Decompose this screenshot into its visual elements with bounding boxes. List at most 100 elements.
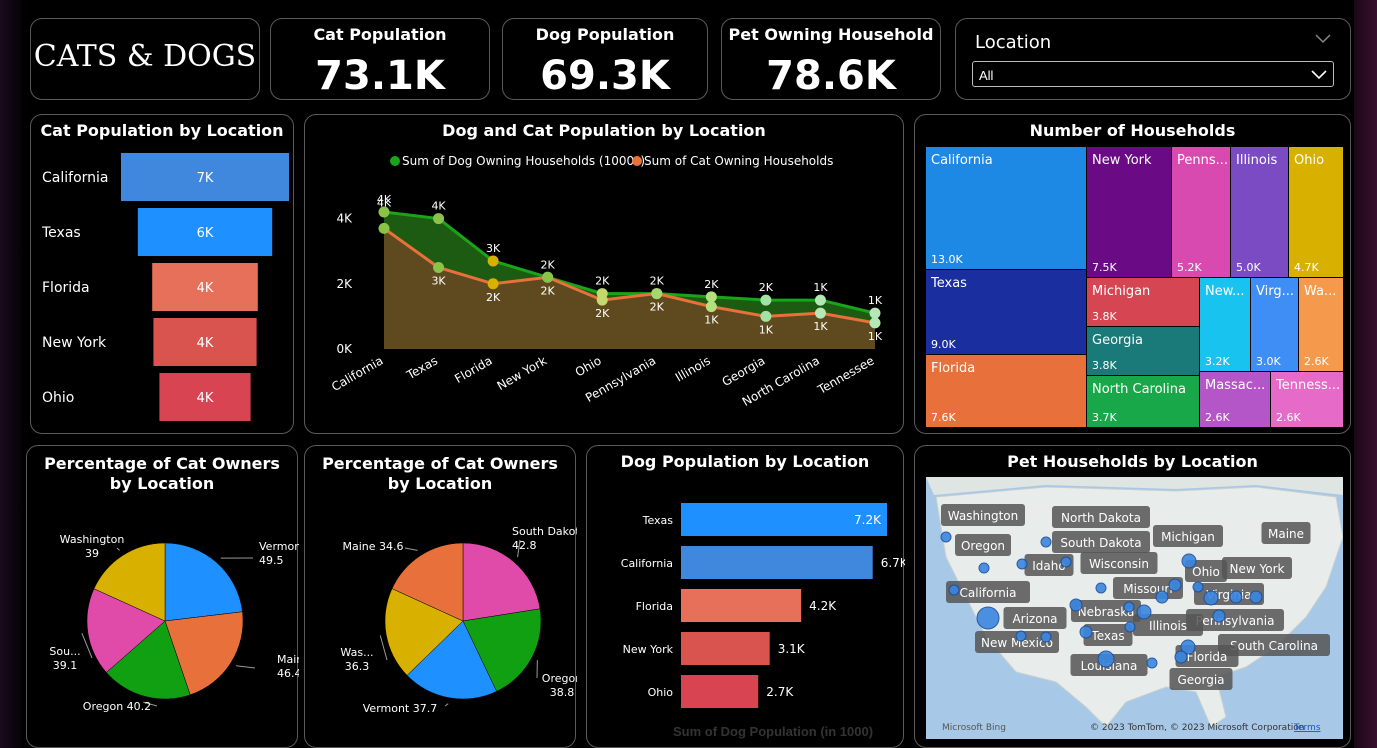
pie-slice (462, 542, 541, 622)
cat-data-label: 4K (377, 196, 392, 209)
treemap-cell-value: 7.5K (1092, 261, 1117, 274)
cat-data-label: 1K (868, 330, 883, 343)
pie-label-value: 39.1 (53, 659, 78, 672)
treemap-cell[interactable]: New... 3.2K (1200, 278, 1250, 371)
map-bubble (1192, 581, 1204, 593)
map-copyright: © 2023 TomTom, © 2023 Microsoft Corporat… (1090, 723, 1304, 733)
dog-point (760, 294, 772, 306)
treemap-cell-value: 2.6K (1304, 355, 1329, 368)
treemap-cell-value: 3.8K (1092, 310, 1117, 323)
pie-label-name: Vermont (259, 540, 299, 553)
pie-leader-line (404, 547, 418, 551)
pie-label: Vermont 37.7 (363, 702, 438, 715)
map-bubble (1079, 625, 1093, 639)
pie-label-name: Maine (277, 653, 299, 666)
dog-point (433, 213, 445, 225)
treemap-cell-name: Tenness... (1276, 378, 1341, 393)
chevron-down-icon (1311, 70, 1327, 80)
dashboard-canvas: CATS & DOGS Cat Population 73.1K Dog Pop… (22, 0, 1354, 748)
map-bubble (1060, 556, 1072, 568)
dog-bar-label: 6.7K (881, 556, 905, 570)
pie-leader-line (236, 665, 256, 669)
map-label: Pennsylvania (1196, 614, 1275, 628)
treemap-cell-value: 9.0K (931, 338, 956, 351)
map-label: North Dakota (1061, 511, 1141, 525)
cat-bar-label: 7K (197, 171, 214, 186)
cat-point (705, 301, 717, 313)
y-tick-label: 4K (336, 212, 353, 226)
map-bubble (1181, 553, 1197, 569)
cat-bar-category: Texas (41, 225, 81, 241)
map-bubble (1203, 590, 1219, 606)
pie2-card: Percentage of Cat Owners by Location Sou… (304, 445, 577, 748)
treemap-cell[interactable]: Massac... 2.6K (1200, 372, 1270, 427)
map-bubble (1124, 621, 1136, 633)
cat-point (814, 307, 826, 319)
treemap-cell[interactable]: Tenness... 2.6K (1271, 372, 1343, 427)
us-map[interactable]: Washington North Dakota Maine Oregon South D… (926, 477, 1343, 739)
kpi-cat-value: 73.1K (315, 53, 445, 99)
dog-bar-label: 7.2K (854, 513, 882, 527)
treemap-cell-name: Wa... (1304, 284, 1337, 299)
pie-label-value: 49.5 (259, 554, 284, 567)
location-dropdown[interactable]: All (972, 61, 1334, 87)
treemap-cell[interactable]: Michigan 3.8K (1087, 278, 1199, 326)
dog-data-label: 2K (541, 258, 556, 271)
dog-point (705, 291, 717, 303)
treemap-cell[interactable]: Virg... 3.0K (1251, 278, 1298, 371)
cat-bar-label: 4K (197, 336, 214, 351)
map-label: Maine (1268, 527, 1304, 541)
slicer-label: Location (975, 32, 1052, 53)
map-label: Oregon (961, 539, 1005, 553)
dog-bar-category: Ohio (648, 686, 674, 699)
pie-label-name: Sou... (49, 645, 80, 658)
treemap-cell[interactable]: California 13.0K (926, 147, 1086, 269)
map-bubble (940, 531, 952, 543)
kpi-household-card: Pet Owning Household 78.6K (721, 18, 941, 100)
map-label: South Dakota (1060, 536, 1141, 550)
title-card: CATS & DOGS (30, 18, 260, 100)
dog-axis-title: Sum of Dog Population (in 1000) (673, 724, 874, 739)
treemap-cell[interactable]: Florida 7.6K (926, 355, 1086, 427)
chevron-down-icon[interactable] (1314, 33, 1332, 45)
pie1-chart: Vermont49.5 Maine46.4 Oregon 40.2 Sou...39.… (49, 533, 299, 713)
treemap-cell[interactable]: North Carolina 3.7K (1087, 376, 1199, 427)
dog-point (814, 294, 826, 306)
treemap-cell-name: New York (1092, 153, 1152, 168)
bing-logo: Microsoft Bing (942, 723, 1006, 733)
cat-bar-category: Florida (42, 280, 90, 296)
treemap-cell[interactable]: New York 7.5K (1087, 147, 1171, 277)
x-tick-label: Illinois (673, 353, 713, 384)
pie-label: Maine 34.6 (342, 540, 403, 553)
treemap-cell[interactable]: Wa... 2.6K (1299, 278, 1343, 371)
dog-point (487, 255, 499, 267)
pie1-card: Percentage of Cat Owners by Location Ver… (26, 445, 299, 748)
cat-data-label: 1K (704, 314, 719, 327)
cat-bar-category: New York (42, 335, 107, 351)
treemap-cell-value: 7.6K (931, 411, 956, 424)
location-slicer: Location All (955, 18, 1351, 100)
cat-bar-category: Ohio (42, 390, 74, 406)
map-bubble (948, 584, 960, 596)
treemap-cell[interactable]: Illinois 5.0K (1231, 147, 1288, 277)
treemap-cell-value: 3.7K (1092, 411, 1117, 424)
dog-bar (681, 546, 873, 579)
map-bubble (1146, 657, 1158, 669)
treemap-cell-value: 4.7K (1294, 261, 1319, 274)
treemap-cell[interactable]: Georgia 3.8K (1087, 327, 1199, 375)
cat-point (487, 278, 499, 290)
dog-population-chart: Texas 7.2K California 6.7K Florida 4.2K New Yo… (621, 503, 905, 708)
treemap-cell-value: 3.8K (1092, 359, 1117, 372)
map-label: Arizona (1012, 612, 1057, 626)
terms-link[interactable]: Terms (1293, 723, 1321, 733)
map-bubble (1015, 630, 1027, 642)
kpi-cat-label: Cat Population (313, 25, 447, 44)
cat-point (378, 222, 390, 234)
cat-data-label: 2K (595, 307, 610, 320)
dog-bar-category: New York (623, 643, 674, 656)
treemap-cell[interactable]: Ohio 4.7K (1289, 147, 1343, 277)
pie-label-value: 38.8 (550, 686, 575, 699)
treemap-cell[interactable]: Penns... 5.2K (1172, 147, 1230, 277)
kpi-dog-card: Dog Population 69.3K (502, 18, 708, 100)
treemap-cell[interactable]: Texas 9.0K (926, 270, 1086, 354)
